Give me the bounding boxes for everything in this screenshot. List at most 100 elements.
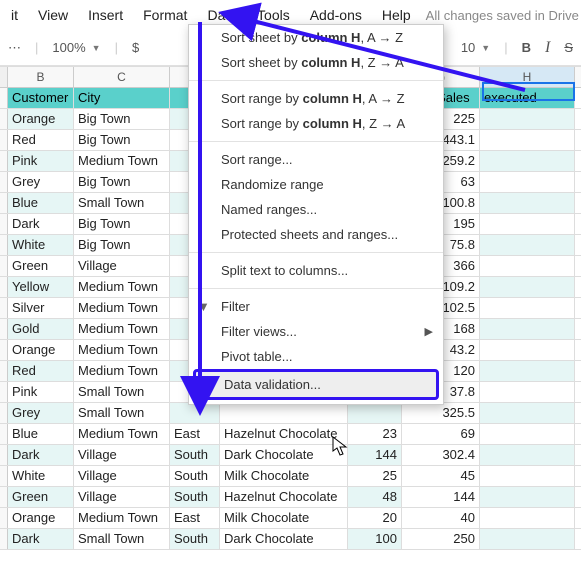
cell[interactable]: East xyxy=(170,424,220,444)
cell[interactable]: Village xyxy=(74,445,170,465)
cell[interactable] xyxy=(480,193,575,213)
cell[interactable]: Medium Town xyxy=(74,424,170,444)
cell[interactable]: 144 xyxy=(402,487,480,507)
toolbar-more-icon[interactable]: ⋯ xyxy=(8,40,21,56)
mi-split-text[interactable]: Split text to columns... xyxy=(189,258,443,283)
cell[interactable] xyxy=(480,235,575,255)
cell[interactable]: Dark xyxy=(8,214,74,234)
mi-pivot[interactable]: Pivot table... xyxy=(189,344,443,369)
cell[interactable]: Dark Chocolate xyxy=(220,445,348,465)
cell[interactable]: Gold xyxy=(8,319,74,339)
cell[interactable]: Big Town xyxy=(74,235,170,255)
cell[interactable] xyxy=(480,214,575,234)
cell[interactable] xyxy=(480,340,575,360)
cell[interactable]: South xyxy=(170,487,220,507)
cell[interactable]: Village xyxy=(74,466,170,486)
cell[interactable]: White xyxy=(8,466,74,486)
cell[interactable]: Blue xyxy=(8,424,74,444)
menu-help[interactable]: Help xyxy=(373,4,420,26)
cell[interactable]: Small Town xyxy=(74,193,170,213)
menu-tools[interactable]: Tools xyxy=(248,4,299,26)
cell[interactable]: Silver xyxy=(8,298,74,318)
mi-data-validation[interactable]: Data validation... xyxy=(193,369,439,400)
cell[interactable]: executed xyxy=(480,88,575,108)
cell[interactable]: South xyxy=(170,445,220,465)
menu-format[interactable]: Format xyxy=(134,4,196,26)
cell[interactable]: Medium Town xyxy=(74,151,170,171)
col-header-c[interactable]: C xyxy=(74,67,170,87)
cell[interactable]: 69 xyxy=(402,424,480,444)
cell[interactable]: Customer xyxy=(8,88,74,108)
cell[interactable]: Small Town xyxy=(74,529,170,549)
cell[interactable]: 40 xyxy=(402,508,480,528)
mi-sort-sheet-za[interactable]: Sort sheet by column H, Z → A xyxy=(189,50,443,75)
cell[interactable]: Yellow xyxy=(8,277,74,297)
cell[interactable]: 325.5 xyxy=(402,403,480,423)
mi-protected[interactable]: Protected sheets and ranges... xyxy=(189,222,443,247)
cell[interactable]: Medium Town xyxy=(74,361,170,381)
cell[interactable]: Medium Town xyxy=(74,277,170,297)
cell[interactable]: Red xyxy=(8,361,74,381)
cell[interactable]: Milk Chocolate xyxy=(220,466,348,486)
cell[interactable]: Dark Chocolate xyxy=(220,529,348,549)
mi-sort-sheet-az[interactable]: Sort sheet by column H, A → Z xyxy=(189,25,443,50)
cell[interactable]: Pink xyxy=(8,382,74,402)
cell[interactable]: Dark xyxy=(8,529,74,549)
cell[interactable] xyxy=(480,361,575,381)
menu-edit[interactable]: it xyxy=(2,4,27,26)
cell[interactable] xyxy=(480,319,575,339)
cell[interactable]: Medium Town xyxy=(74,340,170,360)
cell[interactable] xyxy=(480,529,575,549)
mi-filter-views[interactable]: Filter views...▶ xyxy=(189,319,443,344)
cell[interactable]: Big Town xyxy=(74,172,170,192)
cell[interactable]: Blue xyxy=(8,193,74,213)
mi-randomize[interactable]: Randomize range xyxy=(189,172,443,197)
cell[interactable] xyxy=(480,403,575,423)
mi-sort-range-az[interactable]: Sort range by column H, A → Z xyxy=(189,86,443,111)
col-header-h[interactable]: H xyxy=(480,67,575,87)
cell[interactable] xyxy=(480,130,575,150)
mi-filter[interactable]: ▼Filter xyxy=(189,294,443,319)
cell[interactable]: Big Town xyxy=(74,130,170,150)
menu-insert[interactable]: Insert xyxy=(79,4,132,26)
cell[interactable]: 302.4 xyxy=(402,445,480,465)
cell[interactable]: South xyxy=(170,529,220,549)
italic-button[interactable]: I xyxy=(545,39,550,57)
cell[interactable]: City xyxy=(74,88,170,108)
cell[interactable]: Medium Town xyxy=(74,319,170,339)
cell[interactable] xyxy=(480,508,575,528)
cell[interactable]: 48 xyxy=(348,487,402,507)
cell[interactable]: Red xyxy=(8,130,74,150)
cell[interactable] xyxy=(480,487,575,507)
cell[interactable]: Medium Town xyxy=(74,298,170,318)
zoom-select[interactable]: 100%▼ xyxy=(52,40,100,55)
currency-button[interactable]: $ xyxy=(132,40,139,55)
cell[interactable] xyxy=(480,256,575,276)
cell[interactable]: Orange xyxy=(8,508,74,528)
mi-sort-range[interactable]: Sort range... xyxy=(189,147,443,172)
cell[interactable]: 20 xyxy=(348,508,402,528)
cell[interactable] xyxy=(480,445,575,465)
cell[interactable]: 100 xyxy=(348,529,402,549)
cell[interactable]: Grey xyxy=(8,403,74,423)
cell[interactable]: 250 xyxy=(402,529,480,549)
cell[interactable]: Hazelnut Chocolate xyxy=(220,424,348,444)
cell[interactable]: Medium Town xyxy=(74,508,170,528)
cell[interactable]: Hazelnut Chocolate xyxy=(220,487,348,507)
cell[interactable] xyxy=(170,403,220,423)
cell[interactable] xyxy=(480,382,575,402)
cell[interactable]: Orange xyxy=(8,340,74,360)
mi-sort-range-za[interactable]: Sort range by column H, Z → A xyxy=(189,111,443,136)
cell[interactable]: South xyxy=(170,466,220,486)
cell[interactable]: 144 xyxy=(348,445,402,465)
cell[interactable]: Milk Chocolate xyxy=(220,508,348,528)
fontsize-select[interactable]: 10▼ xyxy=(461,40,490,55)
cell[interactable]: Big Town xyxy=(74,109,170,129)
cell[interactable]: 25 xyxy=(348,466,402,486)
cell[interactable]: White xyxy=(8,235,74,255)
bold-button[interactable]: B xyxy=(522,40,531,55)
cell[interactable] xyxy=(480,298,575,318)
cell[interactable] xyxy=(480,109,575,129)
cell[interactable]: Orange xyxy=(8,109,74,129)
cell[interactable] xyxy=(480,466,575,486)
